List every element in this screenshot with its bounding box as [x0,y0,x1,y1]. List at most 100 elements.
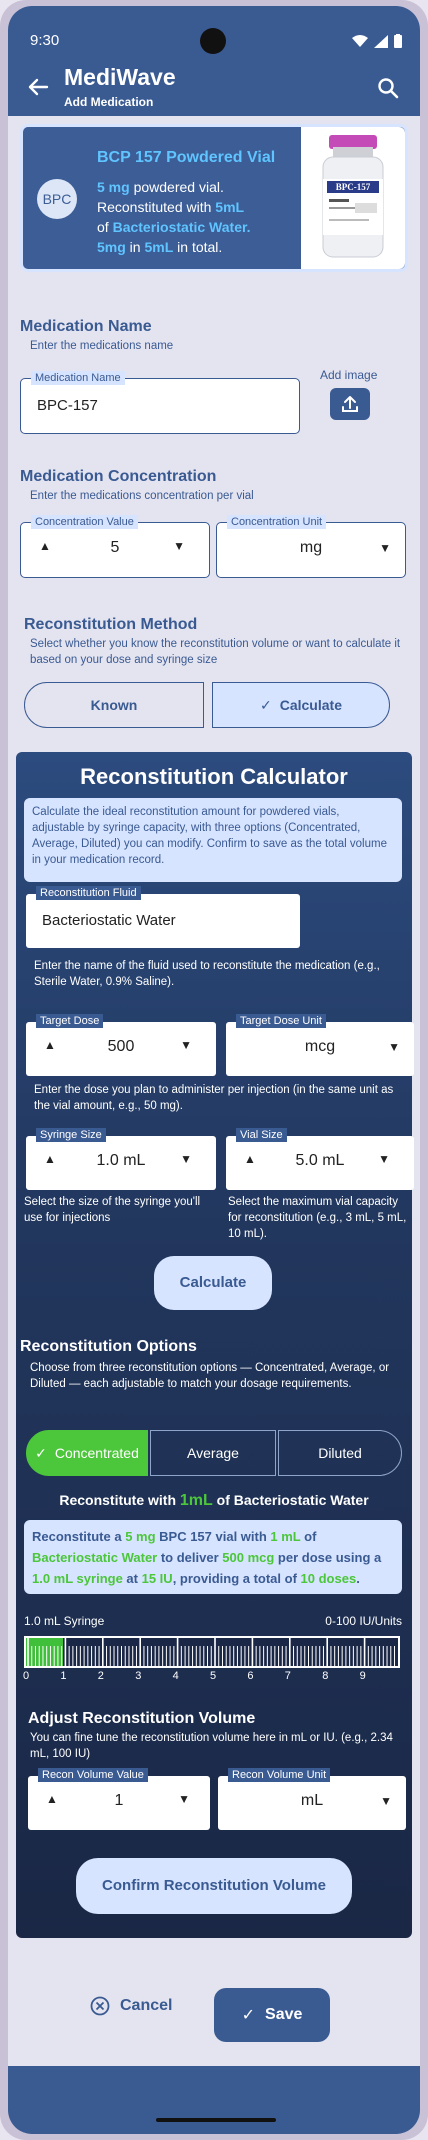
recon-volume-unit-dropdown[interactable]: Recon Volume Unit mL ▼ [218,1768,406,1830]
vial-help: Select the maximum vial capacity for rec… [228,1196,407,1240]
reconstitution-detail: Reconstitute a 5 mg BPC 157 vial with 1 … [24,1520,402,1594]
card-line-1: 5 mg powdered vial. [97,179,224,195]
syringe-size-stepper[interactable]: Syringe Size 1.0 mL ▲ ▼ [26,1128,216,1190]
target-dose-label: Target Dose [36,1014,104,1028]
wifi-icon [352,35,368,47]
adjust-heading: Adjust Reconstitution Volume [28,1710,256,1727]
method-heading: Reconstitution Method [24,616,198,633]
fluid-help: Enter the name of the fluid used to reco… [34,960,380,988]
status-time: 9:30 [30,32,60,49]
card-line-4: 5mg in 5mL in total. [97,239,223,255]
page-subtitle: Add Medication [64,95,154,109]
medication-name-field[interactable]: Medication Name BPC-157 [20,371,300,434]
options-subtitle: Choose from three reconstitution options… [30,1362,390,1390]
decrement-icon[interactable]: ▼ [180,1038,192,1052]
medication-badge: BPC [37,179,77,219]
check-icon: ✓ [260,697,272,713]
syringe-tick-labels: 0 1 2 3 4 5 6 7 8 9 [23,1670,400,1684]
upload-image-button[interactable] [330,388,370,420]
reconstitution-fluid-value[interactable]: Bacteriostatic Water [42,912,176,929]
syringe-tick-label: 0 [23,1670,30,1682]
syringe-tick-label: 6 [247,1670,254,1682]
syringe-size-label: Syringe Size [36,1128,106,1142]
calculator-title: Reconstitution Calculator [80,764,348,789]
card-title: BCP 157 Powdered Vial [97,149,276,166]
increment-icon[interactable]: ▲ [46,1792,58,1806]
signal-icon [374,34,388,48]
decrement-icon[interactable]: ▼ [378,1152,390,1166]
concentration-unit-dropdown[interactable]: Concentration Unit mg ▼ [216,515,406,578]
add-image-label: Add image [320,368,378,382]
method-calculate-button[interactable]: ✓ Calculate [212,682,390,728]
syringe-ruler [24,1636,400,1668]
concentration-subtitle: Enter the medications concentration per … [30,490,254,502]
concentration-unit: mg [299,539,323,556]
camera-cutout [200,28,226,54]
syringe-tick-label: 5 [210,1670,217,1682]
decrement-icon[interactable]: ▼ [178,1792,190,1806]
svg-text:BPC-157: BPC-157 [336,182,371,192]
target-dose-unit-label: Target Dose Unit [236,1014,326,1028]
recon-volume-label: Recon Volume Value [38,1768,148,1782]
syringe-tick-label: 7 [284,1670,291,1682]
syringe-tick-label: 2 [97,1670,104,1682]
recon-volume-unit-label: Recon Volume Unit [228,1768,331,1782]
syringe-help: Select the size of the syringe you'll us… [24,1196,201,1224]
option-diluted[interactable]: Diluted [278,1430,402,1476]
decrement-icon[interactable]: ▼ [180,1152,192,1166]
options-heading: Reconstitution Options [20,1338,197,1355]
reconstitution-fluid-label: Reconstitution Fluid [36,886,141,900]
medication-name-value[interactable]: BPC-157 [37,397,98,414]
app-title: MediWave [64,64,176,90]
increment-icon[interactable]: ▲ [39,539,51,553]
option-concentrated[interactable]: ✓ Concentrated [26,1430,148,1476]
chevron-down-icon: ▼ [379,541,391,555]
target-dose-unit: mcg [304,1038,336,1055]
syringe-tick-label: 4 [172,1670,179,1682]
save-button[interactable]: ✓ Save [214,1988,330,2042]
system-icons [352,34,402,48]
syringe-tick-label: 8 [322,1670,329,1682]
recon-volume-unit: mL [300,1792,324,1809]
method-subtitle: Select whether you know the reconstituti… [30,638,401,666]
syringe-ticks [27,1638,396,1666]
syringe-units-caption: 0-100 IU/Units [325,1614,402,1628]
close-circle-icon [90,1996,110,2016]
decrement-icon[interactable]: ▼ [173,539,185,553]
target-dose-unit-dropdown[interactable]: Target Dose Unit mcg ▼ [226,1014,414,1076]
syringe-size-caption: 1.0 mL Syringe [24,1614,105,1628]
method-known-button[interactable]: Known [24,682,204,728]
home-indicator[interactable] [156,2118,276,2122]
medication-name-subtitle: Enter the medications name [30,340,174,352]
concentration-value-stepper[interactable]: Concentration Value 5 ▲ ▼ [20,515,210,578]
medication-name-heading: Medication Name [20,318,152,335]
medication-summary-card: BPC BCP 157 Powdered Vial 5 mg powdered … [20,124,408,272]
vial-size-label: Vial Size [236,1128,287,1142]
vial-image: BPC-157 [301,127,405,269]
search-icon[interactable] [376,76,402,102]
syringe-tick-label: 9 [359,1670,366,1682]
option-average[interactable]: Average [150,1430,276,1476]
vial-size-stepper[interactable]: Vial Size 5.0 mL ▲ ▼ [226,1128,414,1190]
increment-icon[interactable]: ▲ [44,1152,56,1166]
syringe-tick-label: 1 [60,1670,67,1682]
increment-icon[interactable]: ▲ [244,1152,256,1166]
recon-volume-stepper[interactable]: Recon Volume Value 1 ▲ ▼ [28,1768,210,1830]
card-line-3: of Bacteriostatic Water. [97,219,251,235]
check-icon: ✓ [35,1445,47,1461]
medication-name-label: Medication Name [31,371,125,385]
confirm-volume-button[interactable]: Confirm Reconstitution Volume [76,1858,352,1914]
reconstitution-fluid-field[interactable]: Reconstitution Fluid Bacteriostatic Wate… [26,886,300,948]
card-line-2: Reconstituted with 5mL [97,199,245,215]
increment-icon[interactable]: ▲ [44,1038,56,1052]
syringe-tick-label: 3 [135,1670,142,1682]
upload-icon [342,396,358,412]
bottom-navigation-area [8,2066,420,2134]
chevron-down-icon: ▼ [388,1040,400,1054]
concentration-unit-label: Concentration Unit [227,515,327,529]
back-arrow-icon[interactable] [24,76,52,104]
cancel-button[interactable]: Cancel [90,1996,172,2016]
target-dose-stepper[interactable]: Target Dose 500 ▲ ▼ [26,1014,216,1076]
calculate-button[interactable]: Calculate [154,1256,272,1310]
adjust-subtitle: You can fine tune the reconstitution vol… [30,1732,393,1760]
